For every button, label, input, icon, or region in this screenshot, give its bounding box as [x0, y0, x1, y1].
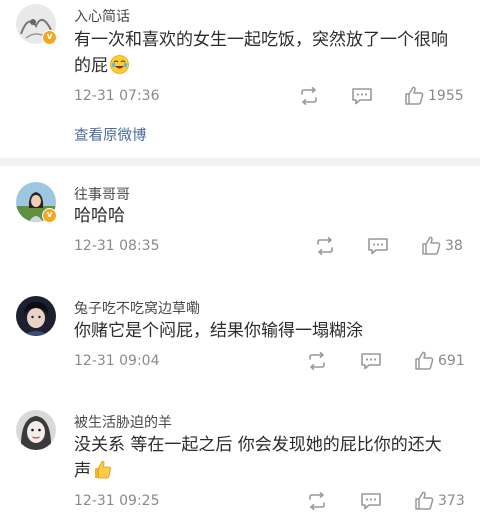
- timestamp: 12-31 09:04: [74, 353, 160, 369]
- laughing-tears-emoji: [110, 55, 129, 74]
- like-button[interactable]: 373: [414, 491, 465, 510]
- comment-text: 哈哈哈: [74, 203, 464, 229]
- comment-icon: [352, 88, 372, 105]
- comment-card: 被生活胁迫的羊 没关系 等在一起之后 你会发现她的屁比你的还大声 12-31 0…: [0, 396, 480, 531]
- repost-button[interactable]: [298, 87, 320, 105]
- comment-button[interactable]: [367, 237, 389, 255]
- avatar-image: [16, 410, 56, 450]
- thumbs-up-icon: [405, 86, 424, 105]
- like-count: 373: [438, 492, 465, 509]
- comment-text-content: 没关系 等在一起之后 你会发现她的屁比你的还大声: [74, 435, 442, 481]
- comment-text-content: 你赌它是个闷屁，结果你输得一塌糊涂: [74, 321, 363, 341]
- comment-button[interactable]: [351, 87, 373, 105]
- comment-icon: [361, 493, 381, 510]
- username[interactable]: 往事哥哥: [74, 184, 130, 204]
- comment-button[interactable]: [360, 492, 382, 510]
- comment-icon: [361, 353, 381, 370]
- verified-badge: v: [42, 208, 57, 223]
- like-button[interactable]: 1955: [404, 86, 464, 105]
- like-count: 691: [438, 352, 465, 369]
- thumbs-up-icon: [422, 236, 441, 255]
- repost-button[interactable]: [306, 352, 328, 370]
- timestamp: 12-31 08:35: [74, 238, 160, 254]
- repost-button[interactable]: [306, 492, 328, 510]
- like-button[interactable]: 691: [414, 351, 465, 370]
- comment-text: 没关系 等在一起之后 你会发现她的屁比你的还大声: [74, 432, 454, 484]
- verified-badge: v: [42, 30, 57, 45]
- avatar[interactable]: v: [16, 182, 57, 223]
- comment-icon: [368, 238, 388, 255]
- thumbs-up-icon: [415, 491, 434, 510]
- comment-text-content: 哈哈哈: [74, 206, 125, 226]
- like-count: 38: [445, 237, 463, 254]
- like-button[interactable]: 38: [421, 236, 463, 255]
- avatar[interactable]: [16, 410, 56, 450]
- like-count: 1955: [428, 87, 464, 104]
- comment-text: 你赌它是个闷屁，结果你输得一塌糊涂: [74, 318, 464, 344]
- avatar-image: [16, 296, 56, 336]
- username[interactable]: 兔子吃不吃窝边草嘞: [74, 298, 200, 318]
- timestamp: 12-31 07:36: [74, 88, 160, 104]
- username[interactable]: 入心简话: [74, 6, 130, 26]
- comment-card: 兔子吃不吃窝边草嘞 你赌它是个闷屁，结果你输得一塌糊涂 12-31 09:04 …: [0, 281, 480, 396]
- username[interactable]: 被生活胁迫的羊: [74, 412, 172, 432]
- repost-button[interactable]: [314, 237, 336, 255]
- repost-icon: [309, 492, 325, 510]
- comment-button[interactable]: [360, 352, 382, 370]
- thumbs-up-emoji: [93, 460, 112, 479]
- comment-text: 有一次和喜欢的女生一起吃饭，突然放了一个很响的屁: [74, 27, 464, 79]
- view-original-weibo-link[interactable]: 查看原微博: [74, 124, 147, 145]
- avatar[interactable]: [16, 296, 56, 336]
- thumbs-up-icon: [415, 351, 434, 370]
- repost-icon: [309, 352, 325, 370]
- comment-text-content: 有一次和喜欢的女生一起吃饭，突然放了一个很响的屁: [74, 30, 448, 76]
- avatar[interactable]: v: [16, 4, 57, 45]
- comment-card: v 往事哥哥 哈哈哈 12-31 08:35 38: [0, 166, 480, 281]
- repost-icon: [301, 87, 317, 105]
- timestamp: 12-31 09:25: [74, 493, 160, 509]
- repost-icon: [317, 237, 333, 255]
- comment-feed: v 入心简话 有一次和喜欢的女生一起吃饭，突然放了一个很响的屁 12-31 07…: [0, 0, 480, 531]
- comment-card: v 入心简话 有一次和喜欢的女生一起吃饭，突然放了一个很响的屁 12-31 07…: [0, 0, 480, 158]
